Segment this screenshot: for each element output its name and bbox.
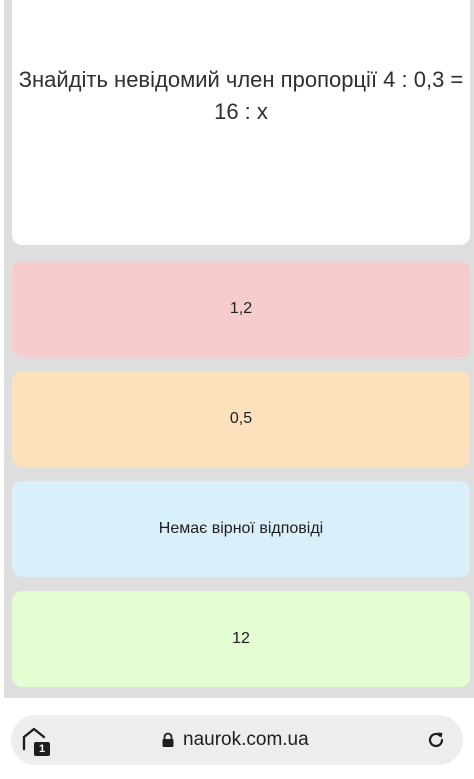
url-display[interactable]: naurok.com.ua [161,715,309,765]
question-card: Знайдіть невідомий член пропорції 4 : 0,… [12,0,470,245]
address-bar[interactable]: 1 naurok.com.ua [11,715,463,765]
lock-icon [162,732,174,747]
browser-bottom-bar: 1 naurok.com.ua [0,698,474,779]
tab-count-badge: 1 [34,742,50,756]
reload-icon [428,732,444,748]
question-text: Знайдіть невідомий член пропорції 4 : 0,… [18,67,464,124]
url-text: naurok.com.ua [183,729,309,750]
answer-option-2[interactable]: 0,5 [12,371,470,467]
answer-option-4[interactable]: 12 [12,591,470,687]
answer-label: 0,5 [229,410,253,427]
answer-label: 1,2 [229,300,253,317]
answer-option-3[interactable]: Немає вірної відповіді [12,481,470,577]
answer-label: 12 [232,630,250,647]
tab-switcher-button[interactable]: 1 [19,725,50,756]
answer-option-1[interactable]: 1,2 [12,261,470,357]
answer-label: Немає вірної відповіді [158,520,324,537]
quiz-area: Знайдіть невідомий член пропорції 4 : 0,… [4,0,474,698]
reload-button[interactable] [425,729,447,751]
